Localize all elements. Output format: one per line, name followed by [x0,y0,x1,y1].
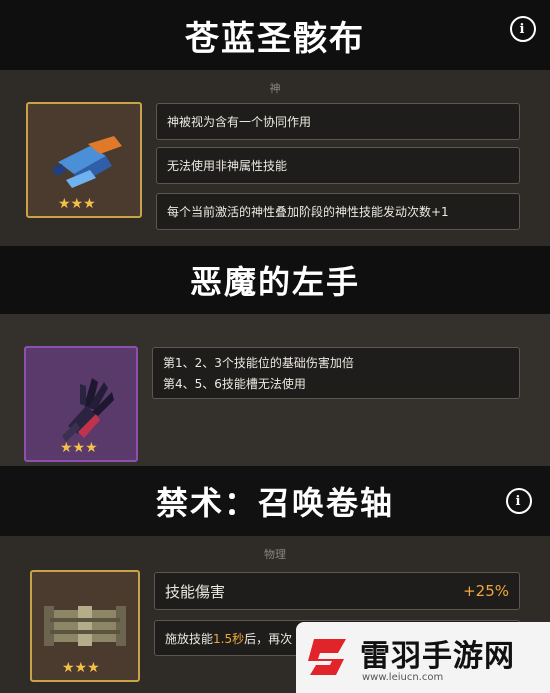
item-details: 神 ★★★ 神被视为含有一个协同作用 无法使用非神属性技能 每个当前激活的神性叠… [0,70,550,246]
item-stars: ★★★ [60,440,98,456]
item-title: 苍蓝圣骸布 [185,18,365,59]
effect-line: 第1、2、3个技能位的基础伤害加倍 [163,356,354,370]
info-icon[interactable]: i [510,16,536,42]
effect-box: 第1、2、3个技能位的基础伤害加倍 第4、5、6技能槽无法使用 [152,347,520,399]
item-details: ★★★ 第1、2、3个技能位的基础伤害加倍 第4、5、6技能槽无法使用 [0,314,550,466]
effect-line: 无法使用非神属性技能 [156,147,520,184]
item-stars: ★★★ [62,660,100,676]
effect-line: 神被视为含有一个协同作用 [156,103,520,140]
item-stars: ★★★ [58,196,96,212]
watermark-name: 雷羽手游网 [360,639,515,674]
effect-line: 每个当前激活的神性叠加阶段的神性技能发动次数+1 [156,193,520,230]
effect-line: 第4、5、6技能槽无法使用 [163,377,306,391]
item-title: 禁术：召唤卷轴 [155,484,394,522]
item-category: 物理 [264,548,286,561]
watermark-logo-icon [308,639,346,675]
item-icon-frame[interactable]: ★★★ [24,346,138,462]
item-icon-frame[interactable]: ★★★ [26,102,142,218]
item-title: 恶魔的左手 [189,263,360,301]
stat-value: +25% [463,582,509,600]
item-icon-frame[interactable]: ★★★ [30,570,140,682]
info-icon[interactable]: i [506,488,532,514]
item-title-bar: 恶魔的左手 [0,246,550,314]
stat-label: 技能傷害 [165,582,226,601]
item-title-bar: 苍蓝圣骸布 i [0,0,550,70]
effect-highlight: 1.5秒 [213,631,245,646]
effect-prefix: 施放技能 [165,631,214,646]
watermark-url: www.leiucn.com [362,672,444,683]
watermark: 雷羽手游网 www.leiucn.com [296,622,550,693]
effect-suffix: 后，再次 [244,631,293,646]
stat-row: 技能傷害 +25% [154,572,520,610]
item-title-bar: 禁术：召唤卷轴 i [0,466,550,536]
item-category: 神 [269,82,281,95]
